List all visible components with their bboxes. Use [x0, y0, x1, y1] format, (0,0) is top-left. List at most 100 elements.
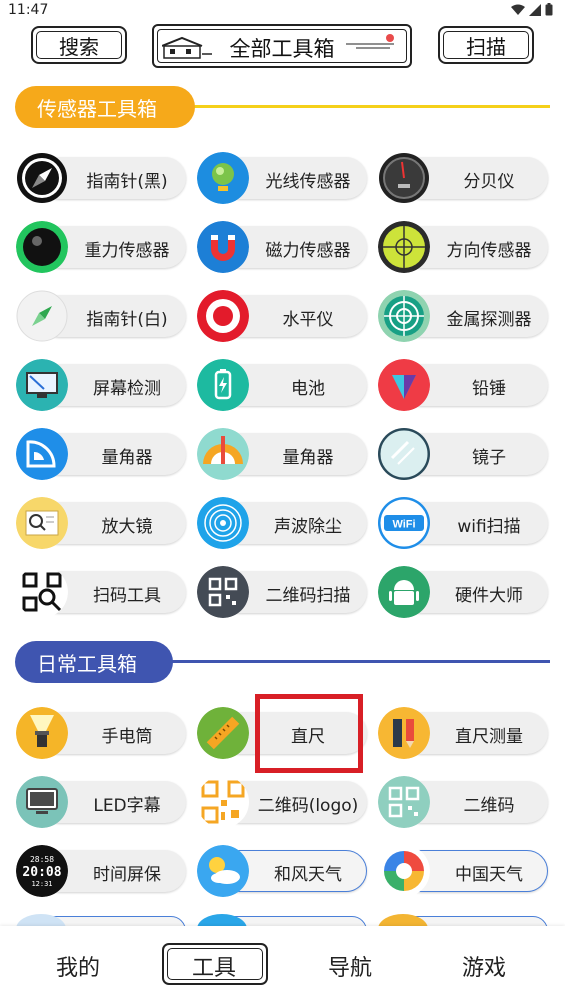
- tool-item[interactable]: 指南针(白): [16, 290, 186, 342]
- tool-label: 硬件大师: [455, 586, 523, 606]
- status-icons: [511, 3, 553, 16]
- battery-status-icon: [545, 3, 553, 16]
- magnet-icon: [197, 221, 249, 273]
- tool-item[interactable]: 电池: [197, 359, 367, 411]
- compass-white-icon: [16, 290, 68, 342]
- search-button[interactable]: 搜索: [31, 26, 127, 64]
- tool-label: 和风天气: [274, 865, 342, 885]
- tool-item[interactable]: 屏幕检测: [16, 359, 186, 411]
- magnifier-icon: [16, 497, 68, 549]
- tool-item[interactable]: 方向传感器: [378, 221, 548, 273]
- tool-label: 时间屏保: [93, 865, 161, 885]
- scan-button[interactable]: 扫描: [438, 26, 534, 64]
- tool-item[interactable]: 金属探测器: [378, 290, 548, 342]
- tool-label: 声波除尘: [274, 517, 342, 537]
- direction-sensor-icon: [378, 221, 430, 273]
- sun-icon: [346, 34, 394, 49]
- tool-item[interactable]: WiFi wifi扫描: [378, 497, 548, 549]
- tool-label: 屏幕检测: [93, 379, 161, 399]
- tool-label: 放大镜: [101, 517, 153, 537]
- tool-item[interactable]: 二维码(logo): [197, 776, 367, 828]
- tool-item[interactable]: 量角器: [197, 428, 367, 480]
- tool-item[interactable]: 和风天气: [197, 845, 367, 897]
- monitor-icon: [16, 776, 68, 828]
- tool-item[interactable]: 分贝仪: [378, 153, 548, 203]
- tool-label: 重力传感器: [84, 241, 170, 261]
- status-time: 11:47: [8, 2, 49, 18]
- tool-item[interactable]: 直尺测量: [378, 707, 548, 759]
- bottom-nav: 我的 工具 导航 游戏: [0, 926, 565, 1004]
- page-title-frame: 全部工具箱: [152, 24, 412, 68]
- flashlight-icon: [16, 707, 68, 759]
- svg-text:20:08: 20:08: [22, 865, 61, 880]
- plumb-bob-icon: [378, 359, 430, 411]
- sound-wave-icon: [197, 497, 249, 549]
- daily-section-title: 日常工具箱: [15, 641, 173, 683]
- bottom-nav-navigation[interactable]: 导航: [328, 950, 372, 982]
- tool-label: 电池: [291, 379, 325, 399]
- weather-icon: [197, 845, 249, 897]
- daily-section-line: [165, 660, 550, 663]
- mirror-icon: [378, 428, 430, 480]
- tool-item[interactable]: LED字幕: [16, 776, 186, 828]
- light-sensor-icon: [197, 152, 249, 204]
- tool-item[interactable]: 重力传感器: [16, 221, 186, 273]
- tool-label: 手电筒: [101, 727, 153, 747]
- bottom-nav-mine[interactable]: 我的: [56, 950, 100, 982]
- tool-item[interactable]: 硬件大师: [378, 566, 548, 618]
- metal-detector-icon: [378, 290, 430, 342]
- tool-item[interactable]: 量角器: [16, 428, 186, 480]
- tool-label: 方向传感器: [446, 241, 532, 261]
- tool-item[interactable]: 镜子: [378, 428, 548, 480]
- tool-item[interactable]: 指南针(黑): [16, 153, 186, 203]
- tool-label: 中国天气: [455, 865, 523, 885]
- tool-item[interactable]: 水平仪: [197, 290, 367, 342]
- tool-label: 量角器: [282, 448, 334, 468]
- tool-label: 金属探测器: [446, 310, 532, 330]
- sensor-section-header: 传感器工具箱: [15, 86, 550, 128]
- tool-item[interactable]: 二维码: [378, 776, 548, 828]
- tool-item[interactable]: 磁力传感器: [197, 221, 367, 273]
- tool-item[interactable]: 声波除尘: [197, 497, 367, 549]
- tool-label: 量角器: [101, 448, 153, 468]
- tool-item[interactable]: 二维码扫描: [197, 566, 367, 618]
- signal-status-icon: [529, 3, 541, 16]
- ruler-icon: [197, 707, 249, 759]
- sensor-section-line: [175, 105, 550, 108]
- tool-item[interactable]: 放大镜: [16, 497, 186, 549]
- tool-item[interactable]: 铅锤: [378, 359, 548, 411]
- battery-icon: [197, 359, 249, 411]
- wifi-icon: WiFi: [378, 497, 430, 549]
- tool-item[interactable]: 光线传感器: [197, 152, 367, 204]
- svg-text:28:58: 28:58: [30, 855, 54, 864]
- tool-item[interactable]: 扫码工具: [16, 566, 186, 618]
- tool-label: 直尺测量: [455, 727, 523, 747]
- svg-text:12:31: 12:31: [31, 880, 52, 888]
- tool-label: 指南针(白): [86, 310, 168, 330]
- protractor-ruler-icon: [197, 428, 249, 480]
- tool-item[interactable]: 28:58 20:08 12:31 时间屏保: [16, 845, 186, 897]
- svg-text:WiFi: WiFi: [392, 519, 415, 531]
- tool-label: LED字幕: [93, 796, 161, 816]
- tool-label: wifi扫描: [457, 517, 521, 537]
- tool-label: 铅锤: [472, 379, 506, 399]
- ruler-pencil-icon: [378, 707, 430, 759]
- tool-label: 镜子: [472, 448, 506, 468]
- tool-label: 分贝仪: [463, 172, 515, 192]
- tool-item[interactable]: 手电筒: [16, 707, 186, 759]
- tool-label: 扫码工具: [93, 586, 161, 606]
- tool-item[interactable]: 中国天气: [378, 845, 548, 897]
- qr-scan-icon: [16, 566, 68, 618]
- bottom-nav-tools[interactable]: 工具: [192, 950, 236, 982]
- tool-label: 二维码: [463, 796, 515, 816]
- tool-label: 光线传感器: [265, 172, 351, 192]
- android-icon: [378, 566, 430, 618]
- top-nav: 搜索 全部工具箱 扫描: [0, 24, 565, 70]
- bottom-nav-games[interactable]: 游戏: [462, 950, 506, 982]
- qr-code-icon: [197, 566, 249, 618]
- qr-logo-icon: [197, 776, 249, 828]
- digital-clock-icon: 28:58 20:08 12:31: [16, 845, 68, 897]
- daily-section-header: 日常工具箱: [15, 641, 550, 683]
- wifi-status-icon: [511, 4, 525, 15]
- tool-label: 指南针(黑): [86, 172, 168, 192]
